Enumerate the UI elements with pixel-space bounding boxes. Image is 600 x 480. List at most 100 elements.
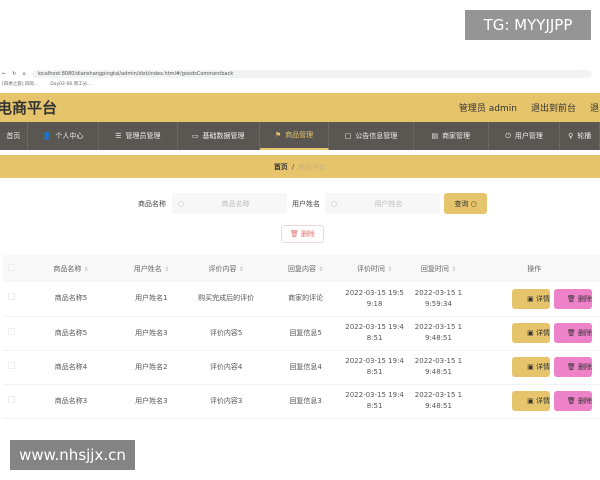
watermark-bottom: www.nhsjjx.cn [10, 440, 135, 470]
nav-item-label: 轮播 [577, 132, 592, 140]
sort-icon[interactable]: ⇕ [387, 266, 392, 273]
search-form: 商品名称 ○ 商品名称 用户姓名 ○ 用户姓名 查询 ○ [0, 193, 600, 214]
table-row: 商品名称5 用户姓名1 购买完成后的评价 商家的评论 2022-03-15 19:59:… [3, 282, 600, 317]
nav-item[interactable]: ⏻ 用户管理 [489, 122, 561, 150]
table-cell: 商品名称3 [20, 384, 122, 419]
column-header[interactable]: 评价内容 ⇕ [181, 255, 271, 282]
table-cell: 2022-03-15 19:48:51 [408, 384, 469, 419]
table-row: 商品名称5 用户姓名3 评价内容5 回复信息5 2022-03-15 19:48:51 2… [3, 316, 600, 351]
table-row: 商品名称3 用户姓名3 评价内容3 回复信息3 2022-03-15 19:48:51 2… [3, 384, 600, 419]
power-icon: ⏻ [505, 131, 511, 140]
sort-icon[interactable]: ⇕ [318, 266, 323, 273]
nav-item-label: 个人中心 [55, 132, 84, 140]
detail-button[interactable]: ▣ 详情 [512, 357, 550, 377]
delete-button[interactable]: 🗑 删除 [554, 288, 592, 309]
nav-item-label: 商家管理 [442, 132, 471, 140]
table-cell: 2022-03-15 19:48:51 [408, 350, 469, 385]
row-checkbox[interactable] [8, 395, 16, 403]
edit-icon: ▣ [527, 397, 534, 405]
nav-item[interactable]: ⚑ 商品管理 [259, 122, 330, 150]
sort-icon[interactable]: ⇕ [84, 266, 89, 273]
row-checkbox[interactable] [8, 327, 16, 335]
trash-icon: 🗑 [566, 294, 576, 303]
browser-address-bar[interactable]: ← ↻ ⌂ localhost:8080/dianshangpingtai/admi… [0, 68, 600, 79]
user-icon: 👤 [42, 132, 52, 140]
column-header[interactable]: 商品名称 ⇕ [20, 255, 122, 282]
bulb-icon: ♀ [568, 132, 574, 140]
table-cell: 商家的评论 [270, 282, 341, 317]
table-cell: 用户姓名3 [121, 384, 182, 419]
nav-item[interactable]: 👤 个人中心 [28, 122, 100, 150]
goods-name-input[interactable]: ○ 商品名称 [172, 193, 287, 214]
query-button[interactable]: 查询 ○ [444, 193, 487, 214]
table-cell: 2022-03-15 19:59:18 [340, 282, 409, 317]
table-cell: 商品名称5 [20, 282, 122, 317]
edit-icon: ▣ [527, 329, 534, 337]
nav-item[interactable]: 首页 [0, 122, 28, 150]
nav-item-label: 公告信息管理 [355, 132, 398, 140]
main-nav: 首页 👤 个人中心 ☰ 管理员管理 ▭ 基础数据管理 ⚑ 商品管理 □ 公告信息管理 ▤ 商家管理 ⏻ 用户… [0, 122, 600, 150]
batch-delete-button[interactable]: 🗑 删除 [281, 225, 324, 243]
reload-icon[interactable]: ↻ [12, 71, 16, 77]
table-cell: 2022-03-15 19:48:51 [340, 384, 409, 419]
document-icon: ▤ [431, 132, 439, 140]
table-cell: 商品名称5 [20, 316, 122, 351]
table-cell: 评价内容4 [181, 350, 271, 385]
app-header: 电商平台 管理员 admin 退出到前台 退出 [0, 93, 600, 122]
detail-button[interactable]: ▣ 详情 [512, 391, 550, 411]
sort-icon[interactable]: ⇕ [239, 266, 244, 273]
bookmark[interactable]: [四季之旅] 四际... [2, 81, 38, 91]
goods-name-label: 商品名称 [138, 199, 166, 208]
sort-icon[interactable]: ⇕ [451, 266, 456, 273]
nav-item[interactable]: ▤ 商家管理 [414, 122, 489, 150]
edit-icon: ▣ [527, 294, 534, 303]
table-cell: 购买完成后的评价 [181, 282, 271, 317]
list-icon: ☰ [115, 132, 122, 140]
table-cell: 回复信息3 [270, 384, 341, 419]
column-header[interactable]: 用户姓名 ⇕ [121, 255, 182, 282]
table-cell: 2022-03-15 19:59:34 [408, 282, 469, 317]
nav-item[interactable]: ▭ 基础数据管理 [178, 122, 260, 150]
table-cell: 评价内容5 [181, 316, 271, 351]
nav-item[interactable]: ☰ 管理员管理 [99, 122, 178, 150]
square-icon: □ [344, 132, 352, 140]
detail-button[interactable]: ▣ 详情 [512, 323, 550, 343]
table-cell: 回复信息4 [270, 350, 341, 385]
breadcrumb-home[interactable]: 首页 [274, 162, 288, 172]
row-checkbox[interactable] [8, 361, 16, 369]
nav-item-label: 商品管理 [285, 131, 314, 139]
column-header: 操作 [468, 255, 600, 282]
column-header[interactable]: 回复内容 ⇕ [270, 255, 341, 282]
briefcase-icon: ▭ [191, 132, 199, 140]
delete-button[interactable]: 🗑 删除 [554, 357, 592, 377]
delete-button[interactable]: 🗑 删除 [554, 323, 592, 343]
table-cell: 用户姓名1 [121, 282, 182, 317]
user-name-input[interactable]: ○ 用户姓名 [325, 193, 440, 214]
home-icon[interactable]: ⌂ [22, 71, 25, 77]
bookmark[interactable]: Day02-06.周工分... [50, 81, 91, 91]
detail-button[interactable]: ▣ 详情 [512, 288, 550, 309]
front-link[interactable]: 退出到前台 [531, 101, 576, 114]
nav-item-label: 基础数据管理 [202, 132, 245, 140]
nav-item-label: 首页 [6, 132, 21, 140]
column-header[interactable]: 回复时间 ⇕ [408, 255, 469, 282]
row-checkbox[interactable] [8, 293, 16, 301]
delete-button[interactable]: 🗑 删除 [554, 391, 592, 411]
search-icon: ○ [470, 199, 477, 208]
table-cell: 评价内容3 [181, 384, 271, 419]
select-all-checkbox[interactable] [8, 264, 16, 271]
nav-item[interactable]: □ 公告信息管理 [329, 122, 414, 150]
logout-link[interactable]: 退出 [590, 101, 600, 114]
column-header[interactable]: 评价时间 ⇕ [340, 255, 409, 282]
table-cell: 用户姓名3 [121, 316, 182, 351]
sort-icon[interactable]: ⇕ [164, 266, 169, 273]
trash-icon: 🗑 [290, 230, 299, 238]
nav-item-label: 用户管理 [514, 132, 543, 140]
select-all-header[interactable] [3, 255, 21, 282]
back-icon[interactable]: ← [2, 71, 6, 77]
flag-icon: ⚑ [274, 131, 282, 139]
table-cell: 2022-03-15 19:48:51 [340, 316, 409, 351]
breadcrumb-current: 商品评价 [298, 162, 327, 171]
nav-item[interactable]: ♀ 轮播 [560, 122, 600, 150]
url-field[interactable]: localhost:8080/dianshangpingtai/admin/di… [31, 69, 592, 78]
